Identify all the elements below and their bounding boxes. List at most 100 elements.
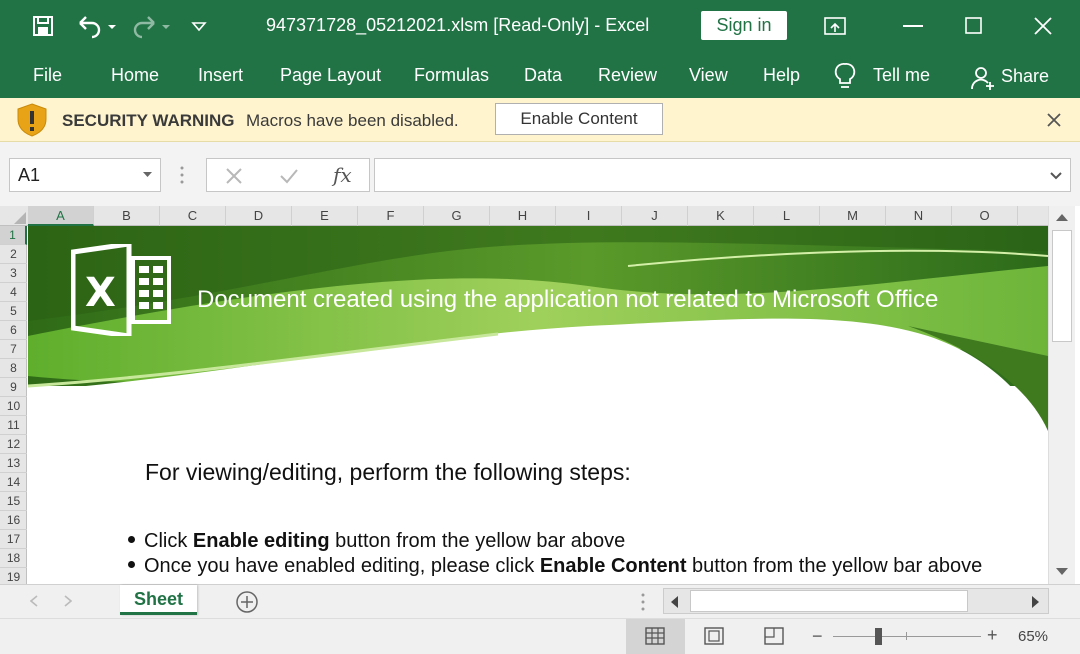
formula-input[interactable] — [374, 158, 1071, 192]
step-1-pre: Click — [144, 530, 193, 552]
zoom-slider-midmark — [906, 632, 907, 640]
scroll-left-icon[interactable] — [671, 596, 679, 608]
tab-page-layout[interactable]: Page Layout — [280, 65, 381, 86]
tab-insert[interactable]: Insert — [198, 65, 243, 86]
scroll-right-icon[interactable] — [1032, 596, 1040, 608]
row-header[interactable]: 8 — [0, 359, 27, 378]
column-header[interactable]: B — [94, 206, 160, 226]
zoom-slider-thumb[interactable] — [875, 628, 882, 645]
row-header[interactable]: 7 — [0, 340, 27, 359]
column-header-a[interactable]: A — [28, 206, 94, 226]
enable-content-button[interactable]: Enable Content — [495, 103, 663, 135]
formula-buttons: fx — [206, 158, 370, 192]
redo-icon[interactable] — [128, 13, 172, 39]
sheet-tab-active[interactable]: Sheet — [120, 585, 197, 615]
customize-toolbar-icon[interactable] — [190, 13, 208, 39]
undo-icon[interactable] — [74, 13, 118, 39]
instructions-heading: For viewing/editing, perform the followi… — [145, 459, 631, 485]
row-header[interactable]: 11 — [0, 416, 27, 435]
page-layout-view-icon[interactable] — [704, 627, 724, 645]
zoom-level[interactable]: 65% — [1018, 628, 1048, 645]
row-header[interactable]: 12 — [0, 435, 27, 454]
minimize-button[interactable] — [883, 0, 943, 52]
splitter-dots-icon[interactable] — [180, 166, 184, 184]
column-header[interactable]: C — [160, 206, 226, 226]
security-warning-bar: SECURITY WARNING Macros have been disabl… — [0, 98, 1080, 142]
normal-view-button[interactable] — [626, 619, 685, 654]
expand-formula-bar-icon[interactable] — [1050, 172, 1062, 180]
row-header[interactable]: 4 — [0, 283, 27, 302]
tab-file[interactable]: File — [33, 65, 62, 86]
cancel-icon[interactable] — [225, 167, 243, 185]
tab-review[interactable]: Review — [598, 65, 657, 86]
column-header[interactable]: J — [622, 206, 688, 226]
dismiss-warning-icon[interactable] — [1047, 113, 1061, 127]
vertical-scrollbar[interactable] — [1048, 206, 1075, 584]
close-icon — [1034, 17, 1052, 35]
column-header[interactable]: D — [226, 206, 292, 226]
row-header[interactable]: 9 — [0, 378, 27, 397]
zoom-in-button[interactable]: + — [987, 625, 998, 646]
bullet-icon — [128, 536, 135, 543]
tab-splitter-icon[interactable] — [641, 593, 645, 611]
insert-function-icon[interactable]: fx — [333, 163, 352, 187]
horizontal-scrollbar[interactable] — [663, 588, 1049, 614]
horizontal-scroll-thumb[interactable] — [690, 590, 968, 612]
tab-home[interactable]: Home — [111, 65, 159, 86]
column-header[interactable]: K — [688, 206, 754, 226]
row-header[interactable]: 15 — [0, 492, 27, 511]
save-icon[interactable] — [32, 13, 54, 39]
tab-view[interactable]: View — [689, 65, 728, 86]
row-header[interactable]: 17 — [0, 530, 27, 549]
column-header[interactable]: N — [886, 206, 952, 226]
row-header-1[interactable]: 1 — [0, 226, 27, 245]
row-header[interactable]: 3 — [0, 264, 27, 283]
step-1-bold: Enable editing — [192, 530, 330, 552]
column-header[interactable]: I — [556, 206, 622, 226]
tab-formulas[interactable]: Formulas — [414, 65, 489, 86]
worksheet-cells[interactable]: X Document created using the application… — [28, 226, 1048, 584]
column-headers: A B C D E F G H I J K L M N O — [0, 206, 1048, 226]
zoom-out-button[interactable]: − — [812, 626, 823, 647]
row-header[interactable]: 14 — [0, 473, 27, 492]
share-button[interactable]: Share — [1001, 66, 1049, 87]
new-sheet-icon[interactable] — [235, 590, 259, 614]
column-header[interactable]: G — [424, 206, 490, 226]
maximize-button[interactable] — [943, 0, 1003, 52]
name-box[interactable]: A1 — [9, 158, 161, 192]
step-2-bold: Enable Content — [539, 555, 687, 577]
column-header[interactable]: O — [952, 206, 1018, 226]
zoom-slider-track[interactable] — [833, 636, 981, 637]
security-warning-message: Macros have been disabled. — [246, 111, 459, 130]
tab-data[interactable]: Data — [524, 65, 562, 86]
close-button[interactable] — [1013, 0, 1073, 52]
enter-check-icon[interactable] — [279, 167, 299, 185]
select-all-triangle-icon[interactable] — [14, 212, 26, 224]
share-person-icon — [971, 67, 994, 90]
row-header[interactable]: 16 — [0, 511, 27, 530]
row-header[interactable]: 13 — [0, 454, 27, 473]
scroll-tabs-right-icon[interactable] — [64, 595, 72, 607]
column-header[interactable]: H — [490, 206, 556, 226]
scroll-tabs-left-icon[interactable] — [30, 595, 38, 607]
tab-help[interactable]: Help — [763, 65, 800, 86]
row-header[interactable]: 10 — [0, 397, 27, 416]
sign-in-button[interactable]: Sign in — [701, 11, 787, 40]
ribbon-display-options-button[interactable] — [805, 0, 865, 52]
shield-warning-icon — [17, 103, 47, 137]
column-header[interactable]: E — [292, 206, 358, 226]
row-header[interactable]: 5 — [0, 302, 27, 321]
page-break-preview-icon[interactable] — [764, 627, 784, 645]
column-header[interactable]: M — [820, 206, 886, 226]
row-header[interactable]: 6 — [0, 321, 27, 340]
tell-me-search[interactable]: Tell me — [873, 65, 930, 86]
scroll-down-icon[interactable] — [1055, 567, 1069, 577]
row-header[interactable]: 18 — [0, 549, 27, 568]
column-header[interactable]: F — [358, 206, 424, 226]
svg-text:X: X — [85, 270, 116, 316]
scroll-up-icon[interactable] — [1055, 212, 1069, 222]
row-header[interactable]: 2 — [0, 245, 27, 264]
column-header[interactable]: L — [754, 206, 820, 226]
vertical-scroll-thumb[interactable] — [1052, 230, 1072, 342]
status-bar: − + 65% — [0, 618, 1080, 654]
